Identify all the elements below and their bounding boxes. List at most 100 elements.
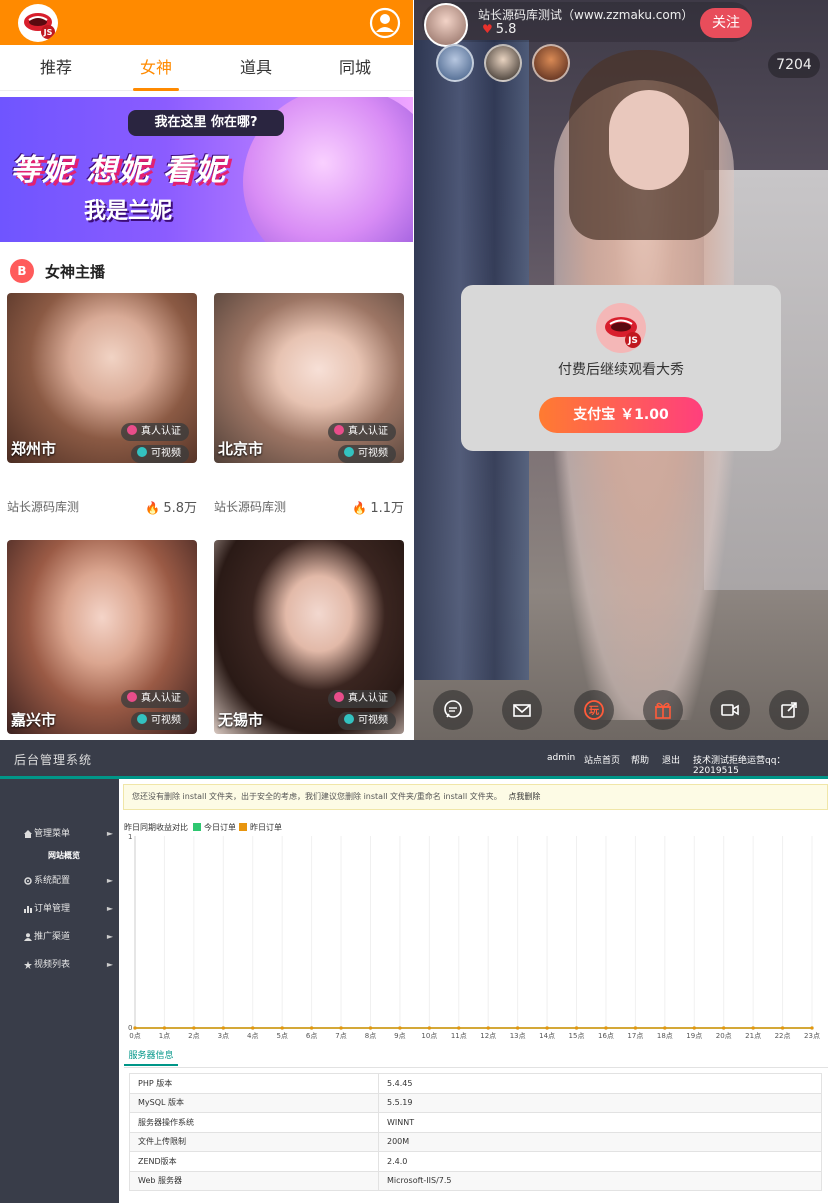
app-logo-icon[interactable]: JS: [18, 4, 58, 42]
game-icon[interactable]: 玩: [574, 690, 614, 730]
banner-bubble: 我在这里 你在哪?: [128, 110, 284, 136]
x-tick-label: 0点: [129, 1032, 140, 1040]
video-badge: 可视频: [338, 445, 396, 463]
star-icon: [24, 961, 32, 969]
data-point: [604, 1026, 608, 1030]
anchor-card[interactable]: 可视频 真人认证 北京市: [214, 293, 404, 463]
viewer-avatar[interactable]: [532, 44, 570, 82]
chevron-right-icon: ►: [106, 904, 113, 913]
chevron-right-icon: ►: [106, 960, 113, 969]
shield-icon: [127, 425, 137, 435]
data-point: [427, 1026, 431, 1030]
user-profile-icon[interactable]: [369, 7, 401, 39]
shield-icon: [334, 425, 344, 435]
section-title: 女神主播: [45, 263, 106, 281]
data-point: [339, 1026, 343, 1030]
chat-icon[interactable]: [433, 690, 473, 730]
anchor-card[interactable]: 可视频 真人认证 无锡市: [214, 540, 404, 734]
nav-admin-user[interactable]: admin: [547, 753, 575, 763]
tab-server-info[interactable]: 服务器信息: [124, 1046, 178, 1066]
x-tick-label: 17点: [627, 1032, 643, 1040]
mail-icon[interactable]: [502, 690, 542, 730]
sidebar-item-video-list[interactable]: 视频列表 ►: [0, 952, 119, 978]
data-point: [722, 1026, 726, 1030]
sidebar-item-manage-menu[interactable]: 管理菜单 ►: [0, 821, 119, 847]
tab-same-city[interactable]: 同城: [310, 45, 400, 91]
tab-props[interactable]: 道具: [211, 45, 301, 91]
section-header: B 女神主播: [0, 248, 413, 292]
table-row: PHP 版本 5.4.45: [129, 1073, 822, 1094]
anchor-card[interactable]: 可视频 真人认证 郑州市: [7, 293, 197, 463]
x-tick-label: 1点: [159, 1032, 170, 1040]
x-tick-label: 11点: [451, 1032, 467, 1040]
host-avatar[interactable]: [424, 3, 468, 47]
data-point: [368, 1026, 373, 1030]
header-accent-line: [0, 776, 828, 779]
sidebar-item-system-config[interactable]: 系统配置 ►: [0, 868, 119, 894]
shield-icon: [334, 692, 344, 702]
video-icon[interactable]: [710, 690, 750, 730]
nav-contact-qq: 技术测试拒绝运营qq：22019515: [693, 756, 786, 776]
heat-count: 🔥 5.8万: [145, 501, 197, 516]
video-icon: [137, 447, 147, 457]
nav-help[interactable]: 帮助: [631, 753, 649, 766]
video-badge: 可视频: [338, 712, 396, 730]
info-key: PHP 版本: [129, 1073, 379, 1094]
chevron-right-icon: ►: [106, 829, 113, 838]
shield-icon: [127, 692, 137, 702]
sidebar-sub-site-overview[interactable]: 网站概览: [48, 850, 80, 861]
x-tick-label: 23点: [804, 1032, 820, 1040]
tab-recommend[interactable]: 推荐: [11, 45, 101, 91]
anchor-name: 站长源码库测: [7, 500, 80, 514]
live-video-face: [609, 90, 689, 190]
viewer-avatar[interactable]: [436, 44, 474, 82]
delete-install-link[interactable]: 点我删除: [508, 792, 540, 801]
info-key: 服务器操作系统: [129, 1112, 379, 1133]
x-tick-label: 9点: [394, 1032, 405, 1040]
share-icon[interactable]: [769, 690, 809, 730]
app-logo-icon: JS: [596, 303, 646, 353]
pay-message: 付费后继续观看大秀: [558, 362, 684, 378]
sidebar-item-orders[interactable]: 订单管理 ►: [0, 896, 119, 922]
chart-series: [133, 1026, 814, 1030]
data-point: [486, 1026, 490, 1030]
tab-goddess[interactable]: 女神: [111, 45, 201, 91]
info-value: 5.5.19: [378, 1092, 822, 1113]
top-bar: JS: [0, 0, 413, 45]
svg-text:JS: JS: [627, 336, 638, 346]
promo-banner[interactable]: 我在这里 你在哪? 等妮 想妮 看妮 我是兰妮: [0, 97, 413, 242]
data-point: [133, 1026, 137, 1030]
app-home-screen: JS 推荐 女神 道具 同城 我在这里 你在哪? 等妮 想妮 看妮 我是兰妮 B…: [0, 0, 413, 740]
gift-icon[interactable]: [643, 690, 683, 730]
x-tick-label: 5点: [276, 1032, 287, 1040]
viewer-avatar[interactable]: [484, 44, 522, 82]
follow-button[interactable]: 关注: [700, 8, 752, 38]
goddess-section-icon: B: [10, 259, 34, 283]
banner-subline: 我是兰妮: [84, 199, 173, 224]
server-info-table: PHP 版本 5.4.45 MySQL 版本 5.5.19 服务器操作系统 WINNT 文件…: [129, 1073, 822, 1191]
chart-x-ticks: 0点 1点 2点 3点 4点 5点 6点 7点 8点 9点 10点 11点 12点 13点 14点 15点 16…: [129, 1032, 820, 1040]
info-key: ZEND版本: [129, 1151, 379, 1172]
data-point: [545, 1026, 549, 1030]
install-warning-notice: 您还没有删除 install 文件夹，出于安全的考虑，我们建议您删除 insta…: [123, 784, 828, 810]
chart-grid: [134, 836, 813, 1029]
video-icon: [344, 447, 354, 457]
data-point: [280, 1026, 284, 1030]
data-point: [310, 1026, 314, 1030]
info-value: 200M: [378, 1131, 822, 1152]
x-tick-label: 22点: [775, 1032, 791, 1040]
flame-icon: 🔥: [145, 501, 161, 515]
anchor-card[interactable]: 可视频 真人认证 嘉兴市: [7, 540, 197, 734]
sidebar-item-promo-channels[interactable]: 推广渠道 ►: [0, 924, 119, 950]
table-row: MySQL 版本 5.5.19: [129, 1092, 822, 1113]
data-point: [516, 1026, 520, 1030]
legend-label: 今日订单: [204, 822, 236, 832]
anchor-name: 站长源码库测: [214, 500, 287, 514]
nav-logout[interactable]: 退出: [662, 753, 680, 766]
category-tabs: 推荐 女神 道具 同城: [0, 45, 413, 91]
nav-site-home[interactable]: 站点首页: [584, 753, 620, 766]
host-name: 站长源码库测试（www.zzmaku.com）: [478, 8, 694, 22]
data-point: [663, 1026, 667, 1030]
alipay-pay-button[interactable]: 支付宝 ￥1.00: [539, 397, 703, 433]
data-point: [251, 1026, 255, 1030]
